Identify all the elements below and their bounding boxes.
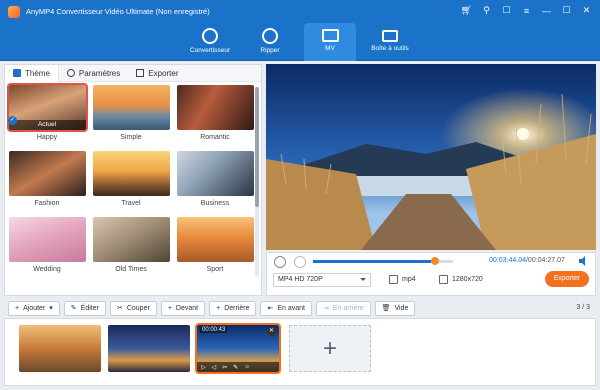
cut-icon[interactable]: ✂ (222, 364, 227, 371)
clip-toolbar: + Ajouter ▾ ✎ Éditer ✂ Couper + Devant + Derri… (4, 298, 596, 318)
volume-icon[interactable]: ◁ (212, 364, 217, 371)
app-logo-icon (8, 5, 20, 18)
refresh-icon (202, 28, 218, 44)
back-button[interactable]: + Derrière (209, 300, 257, 316)
format-info: mp4 (389, 275, 416, 284)
clip-1[interactable] (19, 325, 101, 372)
theme-panel: Thème Paramètres Exporter Actuel Happy S… (4, 64, 262, 296)
add-button[interactable]: + Ajouter ▾ (8, 300, 60, 316)
edit-icon: ✎ (70, 305, 77, 312)
theme-scrollbar[interactable] (255, 87, 259, 277)
feedback-icon[interactable]: ☐ (501, 5, 512, 16)
progress-bar[interactable] (313, 257, 453, 265)
theme-romantic[interactable]: Romantic (176, 85, 254, 151)
empty-button[interactable]: 🗑︎ Vide (374, 300, 416, 316)
forward-button[interactable]: ⇤ En avant (260, 300, 312, 316)
nav-mv[interactable]: MV (304, 23, 356, 61)
minimize-icon[interactable]: — (541, 5, 552, 16)
clip-duration: 00:00:43 (200, 327, 228, 333)
export-button[interactable]: Exporter (545, 271, 589, 287)
backward-button[interactable]: ⇥ En arrière (316, 300, 371, 316)
close-icon[interactable]: ✕ (581, 5, 592, 16)
selected-check-icon: ✓ (8, 116, 17, 125)
tab-theme[interactable]: Thème (5, 64, 59, 82)
cart-icon[interactable]: 🛒︎ (461, 5, 472, 16)
toolbox-icon (382, 30, 398, 42)
resolution-icon (439, 275, 448, 284)
theme-business[interactable]: Business (176, 151, 254, 217)
settings-icon (66, 69, 75, 77)
tab-parametres[interactable]: Paramètres (59, 65, 128, 82)
menu-icon[interactable]: ≡ (521, 5, 532, 16)
trash-icon: 🗑︎ (381, 305, 391, 312)
theme-travel[interactable]: Travel (92, 151, 170, 217)
disc-icon (262, 28, 278, 44)
format-icon (389, 275, 398, 284)
plus-icon: + (15, 304, 20, 312)
theme-fashion[interactable]: Fashion (8, 151, 86, 217)
stop-icon[interactable] (294, 256, 306, 268)
front-button[interactable]: + Devant (160, 300, 206, 316)
theme-old-times[interactable]: Old Times (92, 217, 170, 283)
front-icon: + (167, 304, 172, 312)
preview-image (266, 64, 596, 250)
resolution-info: 1280x720 (439, 275, 483, 284)
back-icon: + (216, 304, 221, 312)
remove-clip-icon[interactable]: ✕ (267, 327, 276, 336)
edit-icon[interactable]: ✎ (233, 364, 238, 371)
export-icon (136, 69, 145, 77)
video-preview (266, 64, 596, 250)
add-clip-button[interactable]: + (289, 325, 371, 372)
theme-simple[interactable]: Simple (92, 85, 170, 151)
clip-3[interactable]: 00:00:43 ✕ ▷ ◁ ✂ ✎ ☼ (195, 323, 281, 374)
nav-ripper[interactable]: Ripper (244, 23, 296, 61)
scissors-icon: ✂ (116, 305, 123, 312)
effect-icon[interactable]: ☼ (244, 364, 250, 370)
backward-icon: ⇥ (323, 305, 329, 312)
nav-convertisseur[interactable]: Convertisseur (184, 23, 236, 61)
panel-tabs: Thème Paramètres Exporter (5, 64, 261, 82)
plus-icon: + (322, 334, 337, 362)
volume-icon[interactable] (579, 256, 589, 266)
theme-grid: Actuel Happy Simple Romantic Fashion Tra… (6, 83, 256, 283)
maximize-icon[interactable]: ☐ (561, 5, 572, 16)
clip-2[interactable] (108, 325, 190, 372)
window-title: AnyMP4 Convertisseur Vidéo Ultimate (Non… (26, 7, 210, 16)
edit-button[interactable]: ✎ Éditer (63, 300, 106, 316)
cut-button[interactable]: ✂ Couper (109, 300, 157, 316)
chevron-down-icon: ▾ (49, 305, 53, 312)
forward-icon: ⇤ (267, 305, 274, 312)
theme-happy[interactable]: Actuel Happy (6, 83, 88, 151)
user-icon[interactable]: ⚲ (481, 5, 492, 16)
nav-boite-a-outils[interactable]: Boîte à outils (362, 23, 418, 61)
time-display: 00:03:44.04/00:04:27.07 (489, 257, 565, 264)
quality-select[interactable]: MP4 HD 720P (273, 273, 371, 287)
grid-icon (13, 69, 21, 77)
theme-wedding[interactable]: Wedding (8, 217, 86, 283)
clip-strip: 00:00:43 ✕ ▷ ◁ ✂ ✎ ☼ + (4, 318, 596, 386)
tab-exporter[interactable]: Exporter (128, 65, 186, 82)
clip-actions: ▷ ◁ ✂ ✎ ☼ (197, 362, 279, 372)
image-icon (321, 29, 339, 42)
play-icon[interactable] (274, 256, 286, 268)
title-bar: AnyMP4 Convertisseur Vidéo Ultimate (Non… (0, 0, 600, 23)
clip-count: 3 / 3 (576, 304, 590, 311)
main-nav: Convertisseur Ripper MV Boîte à outils (0, 23, 600, 61)
current-badge: Actuel (8, 120, 86, 130)
theme-sport[interactable]: Sport (176, 217, 254, 283)
play-icon[interactable]: ▷ (201, 364, 206, 371)
player-controls: 00:03:44.04/00:04:27.07 MP4 HD 720P mp4 … (266, 252, 596, 296)
